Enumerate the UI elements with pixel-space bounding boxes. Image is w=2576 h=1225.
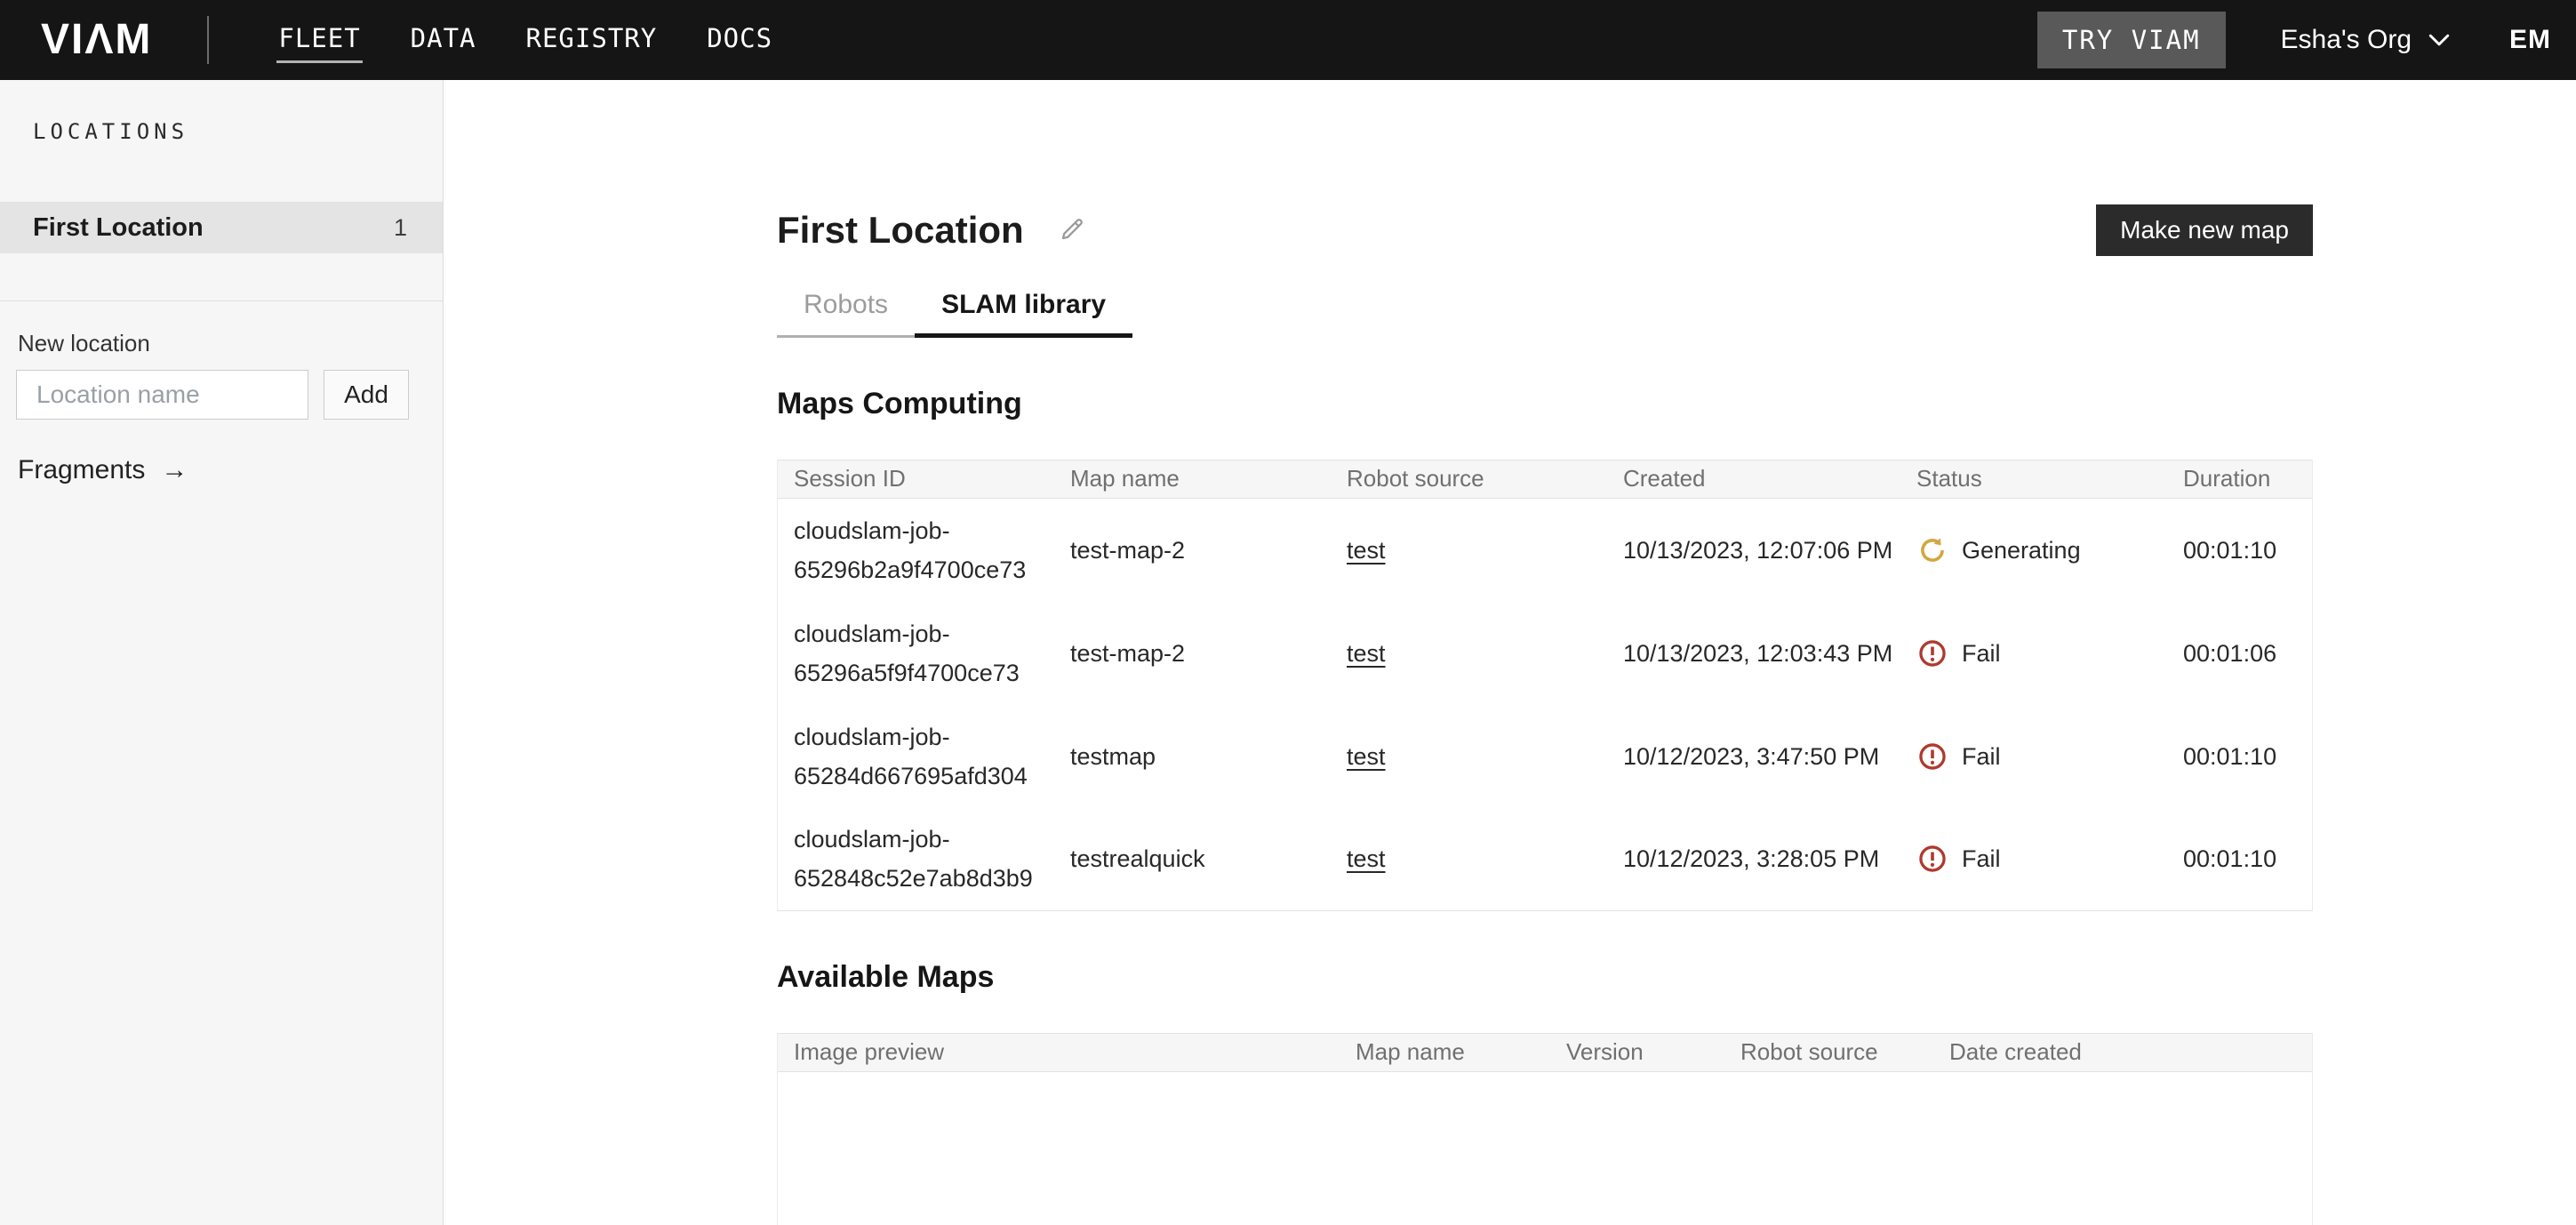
tab-robots[interactable]: Robots (777, 292, 915, 338)
session-id-cell: cloudslam-job-652848c52e7ab8d3b9 (778, 820, 1054, 898)
location-robot-count: 1 (394, 214, 407, 242)
created-cell: 10/13/2023, 12:03:43 PM (1607, 634, 1900, 673)
column-map-name: Map name (1054, 465, 1331, 492)
page-title-row: First Location Make new map (777, 204, 2313, 256)
status-cell: Generating (1900, 531, 2167, 570)
column-robot-source: Robot source (1724, 1038, 1933, 1066)
status-label: Generating (1962, 531, 2081, 570)
locations-sidebar: LOCATIONS First Location 1 New location … (0, 80, 444, 1225)
fail-icon (1916, 637, 1948, 669)
navbar-divider (207, 16, 209, 64)
column-map-name: Map name (1340, 1038, 1550, 1066)
try-viam-button[interactable]: TRY VIAM (2037, 12, 2226, 68)
status-label: Fail (1962, 839, 2001, 878)
main-panel: First Location Make new map Robots SLAM … (444, 80, 2576, 1225)
pencil-icon (1058, 215, 1086, 246)
maps-computing-heading: Maps Computing (777, 386, 2313, 422)
nav-item-docs[interactable]: DOCS (705, 17, 774, 63)
status-cell: Fail (1900, 839, 2167, 878)
duration-cell: 00:01:06 (2167, 634, 2312, 673)
org-name: Esha's Org (2281, 25, 2412, 55)
make-new-map-button[interactable]: Make new map (2096, 204, 2313, 256)
sidebar-divider (0, 300, 443, 301)
robot-source-link[interactable]: test (1347, 640, 1386, 667)
available-maps-table-header: Image preview Map name Version Robot sou… (778, 1033, 2312, 1072)
chevron-down-icon (2428, 32, 2451, 48)
duration-cell: 00:01:10 (2167, 531, 2312, 570)
new-location-form: Add (16, 370, 443, 420)
available-maps-empty-body (778, 1072, 2312, 1225)
nav-item-registry[interactable]: REGISTRY (524, 17, 660, 63)
map-name-cell: testrealquick (1054, 839, 1331, 878)
generating-icon (1916, 534, 1948, 566)
column-version: Version (1550, 1038, 1724, 1066)
maps-computing-table-header: Session ID Map name Robot source Created… (778, 460, 2312, 499)
available-maps-table: Image preview Map name Version Robot sou… (777, 1033, 2313, 1225)
table-row: cloudslam-job-65296a5f9f4700ce73 test-ma… (778, 602, 2312, 705)
user-avatar-initials[interactable]: EM (2509, 25, 2551, 55)
session-id-cell: cloudslam-job-65284d667695afd304 (778, 717, 1054, 796)
map-name-cell: test-map-2 (1054, 634, 1331, 673)
primary-nav: FLEET DATA REGISTRY DOCS (276, 17, 774, 63)
status-label: Fail (1962, 634, 2001, 673)
add-location-button[interactable]: Add (324, 370, 409, 420)
arrow-right-icon: → (161, 455, 188, 485)
location-name: First Location (33, 213, 204, 243)
robot-source-link[interactable]: test (1347, 743, 1386, 770)
duration-cell: 00:01:10 (2167, 737, 2312, 776)
nav-item-data[interactable]: DATA (409, 17, 478, 63)
fragments-label: Fragments (18, 455, 145, 485)
column-robot-source: Robot source (1331, 465, 1607, 492)
created-cell: 10/13/2023, 12:07:06 PM (1607, 531, 1900, 570)
created-cell: 10/12/2023, 3:28:05 PM (1607, 839, 1900, 878)
tab-slam-library[interactable]: SLAM library (915, 292, 1132, 338)
column-created: Created (1607, 465, 1900, 492)
map-name-cell: test-map-2 (1054, 531, 1331, 570)
navbar-right: TRY VIAM Esha's Org EM (2037, 12, 2576, 68)
top-navbar: VIΛM FLEET DATA REGISTRY DOCS TRY VIAM E… (0, 0, 2576, 80)
status-label: Fail (1962, 737, 2001, 776)
robot-source-link[interactable]: test (1347, 537, 1386, 564)
edit-location-name-button[interactable] (1058, 215, 1086, 246)
session-id-cell: cloudslam-job-65296a5f9f4700ce73 (778, 614, 1054, 693)
column-image-preview: Image preview (778, 1038, 1340, 1066)
status-cell: Fail (1900, 737, 2167, 776)
fragments-link[interactable]: Fragments → (18, 455, 443, 485)
viam-logo[interactable]: VIΛM (41, 19, 152, 61)
duration-cell: 00:01:10 (2167, 839, 2312, 878)
created-cell: 10/12/2023, 3:47:50 PM (1607, 737, 1900, 776)
location-name-input[interactable] (16, 370, 308, 420)
column-duration: Duration (2167, 465, 2312, 492)
sidebar-item-first-location[interactable]: First Location 1 (0, 202, 443, 253)
table-row: cloudslam-job-65284d667695afd304 testmap… (778, 705, 2312, 808)
column-date-created: Date created (1933, 1038, 2312, 1066)
status-cell: Fail (1900, 634, 2167, 673)
column-session-id: Session ID (778, 465, 1054, 492)
nav-item-fleet[interactable]: FLEET (276, 17, 362, 63)
table-row: cloudslam-job-65296b2a9f4700ce73 test-ma… (778, 499, 2312, 602)
locations-heading: LOCATIONS (33, 119, 443, 144)
maps-computing-table: Session ID Map name Robot source Created… (777, 460, 2313, 911)
available-maps-heading: Available Maps (777, 959, 2313, 996)
table-row: cloudslam-job-652848c52e7ab8d3b9 testrea… (778, 808, 2312, 911)
column-status: Status (1900, 465, 2167, 492)
map-name-cell: testmap (1054, 737, 1331, 776)
session-id-cell: cloudslam-job-65296b2a9f4700ce73 (778, 511, 1054, 589)
fail-icon (1916, 843, 1948, 875)
page-title: First Location (777, 209, 1024, 252)
fail-icon (1916, 741, 1948, 773)
org-switcher[interactable]: Esha's Org (2281, 25, 2451, 55)
new-location-label: New location (18, 330, 443, 357)
robot-source-link[interactable]: test (1347, 845, 1386, 872)
location-tabs: Robots SLAM library (777, 292, 2313, 338)
